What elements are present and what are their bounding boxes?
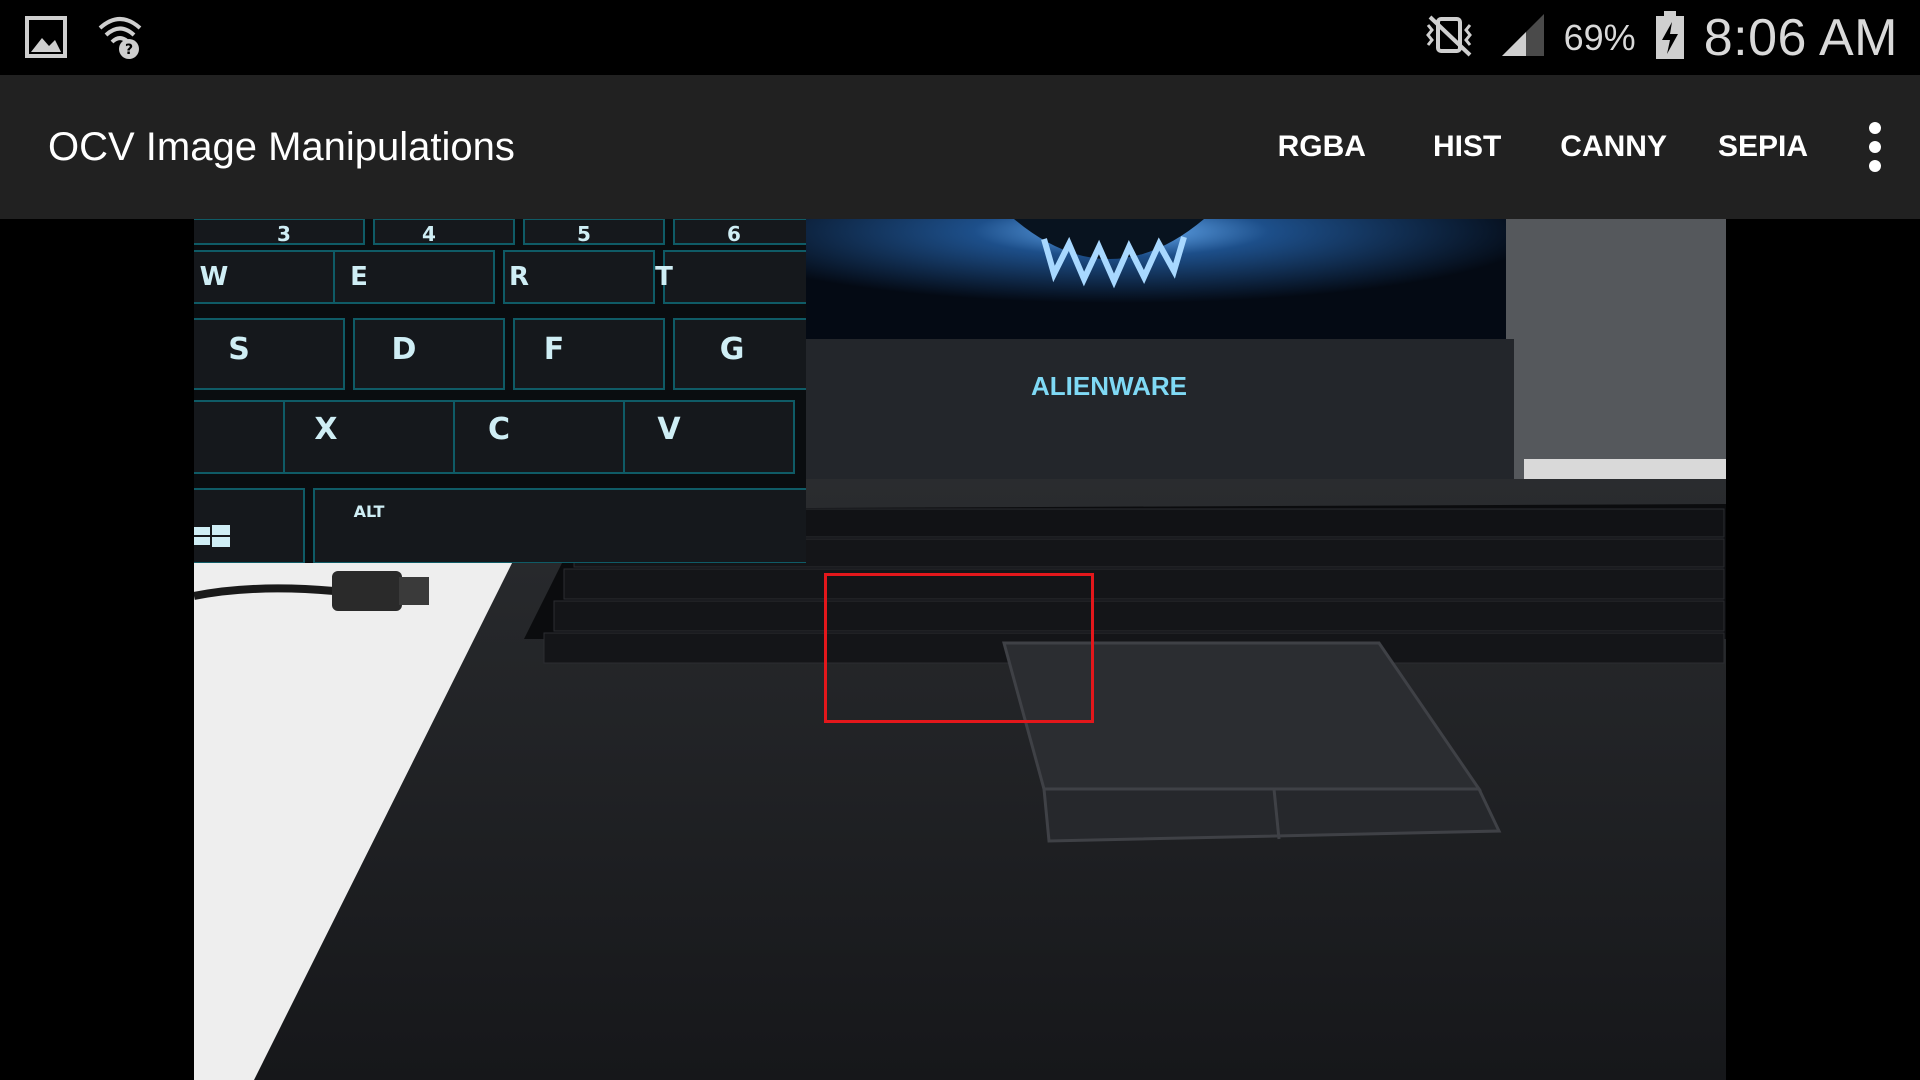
action-rgba-button[interactable]: RGBA xyxy=(1253,75,1408,219)
vibrate-mute-icon xyxy=(1416,13,1482,62)
zoom-key-t: T xyxy=(655,262,673,292)
zoom-key-5: 5 xyxy=(577,222,591,246)
action-items: RGBA HIST CANNY SEPIA xyxy=(1253,75,1920,219)
zoom-key-f: F xyxy=(544,332,565,367)
zoom-key-e: E xyxy=(350,262,368,292)
status-bar: ? 69% 8:06 AM xyxy=(0,0,1920,75)
zoom-key-g: G xyxy=(720,332,745,367)
zoom-key-s: S xyxy=(228,332,250,367)
action-canny-button[interactable]: CANNY xyxy=(1535,75,1693,219)
zoom-key-r: R xyxy=(509,262,529,292)
selection-rectangle[interactable] xyxy=(824,573,1094,723)
status-right-group: 69% 8:06 AM xyxy=(1416,0,1898,75)
zoom-overlay: 3 4 5 6 W E R T S D F G X C V ALT xyxy=(194,219,806,563)
zoom-key-4: 4 xyxy=(422,222,436,246)
more-vert-icon[interactable] xyxy=(1830,75,1920,219)
gallery-icon xyxy=(24,12,68,65)
zoom-key-6: 6 xyxy=(727,222,741,246)
zoom-key-alt: ALT xyxy=(354,502,385,521)
zoom-key-x: X xyxy=(314,412,337,447)
battery-percent: 69% xyxy=(1563,16,1636,58)
camera-view[interactable]: ALIENWARE 3 4 5 6 W E R T S D F G X C V … xyxy=(0,219,1920,1080)
zoomed-keyboard-image: 3 4 5 6 W E R T S D F G X C V ALT xyxy=(194,219,806,563)
zoom-key-w: W xyxy=(200,262,229,292)
laptop-brand-text: ALIENWARE xyxy=(1031,371,1187,401)
action-sepia-button[interactable]: SEPIA xyxy=(1693,75,1830,219)
svg-text:?: ? xyxy=(125,42,133,58)
zoom-key-d: D xyxy=(392,332,417,367)
wifi-unknown-icon: ? xyxy=(96,12,144,65)
action-bar: OCV Image Manipulations RGBA HIST CANNY … xyxy=(0,75,1920,219)
zoom-key-c: C xyxy=(488,412,510,447)
action-hist-button[interactable]: HIST xyxy=(1408,75,1535,219)
zoom-key-3: 3 xyxy=(277,222,291,246)
battery-charging-icon xyxy=(1654,10,1686,65)
clock: 8:06 AM xyxy=(1703,8,1898,67)
zoom-key-v: V xyxy=(657,412,681,447)
signal-icon xyxy=(1500,12,1546,63)
app-title: OCV Image Manipulations xyxy=(48,124,515,169)
